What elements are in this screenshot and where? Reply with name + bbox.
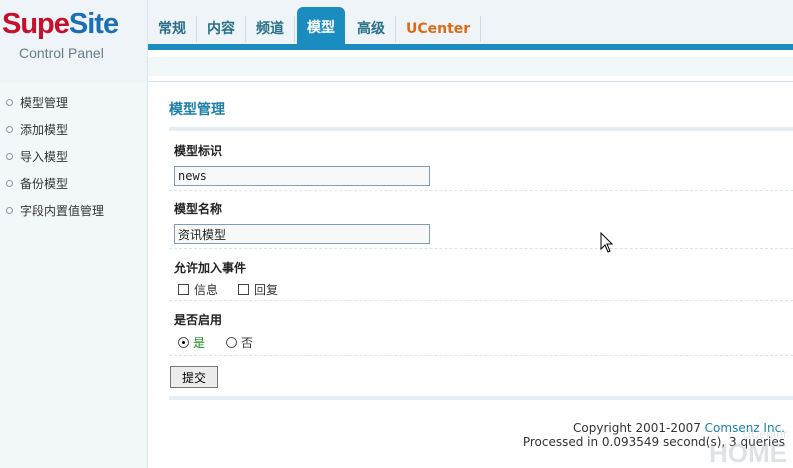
top-nav: 常规 内容 频道 模型 高级 UCenter [148, 0, 793, 46]
logo-brand-site: Site [68, 8, 119, 40]
sidebar-item-label: 添加模型 [20, 123, 69, 137]
sidebar-item-backup-model[interactable]: 备份模型 [0, 176, 147, 203]
sub-nav-bar [148, 50, 793, 82]
model-id-label: 模型标识 [174, 144, 223, 158]
page-title: 模型管理 [169, 102, 225, 118]
sidebar-item-label: 备份模型 [20, 177, 69, 191]
event-info-checkbox[interactable]: 信息 [178, 281, 218, 298]
enabled-no-radio[interactable]: 否 [226, 334, 253, 351]
tab-ucenter[interactable]: UCenter [396, 16, 482, 42]
bullet-icon [6, 153, 13, 160]
tab-general[interactable]: 常规 [148, 16, 197, 42]
bullet-icon [6, 126, 13, 133]
tab-channel[interactable]: 频道 [246, 16, 295, 42]
enabled-row: 是否启用 是 否 [169, 301, 793, 356]
radio-icon [226, 337, 237, 348]
sidebar-item-label: 字段内置值管理 [20, 204, 105, 218]
tab-advanced[interactable]: 高级 [347, 16, 396, 42]
model-name-row: 模型名称 [169, 191, 793, 249]
radio-label: 是 [193, 336, 206, 350]
sidebar-item-import-model[interactable]: 导入模型 [0, 149, 147, 176]
radio-selected-icon [178, 337, 189, 348]
logo-brand-supe: Supe [2, 8, 70, 40]
sidebar-item-model-management[interactable]: 模型管理 [0, 95, 147, 122]
sidebar-item-label: 模型管理 [20, 96, 69, 110]
checkbox-icon [238, 284, 249, 295]
logo-brand: SupeSite [2, 8, 119, 41]
bullet-icon [6, 180, 13, 187]
model-name-label: 模型名称 [174, 202, 223, 216]
checkbox-icon [178, 284, 189, 295]
bullet-icon [6, 99, 13, 106]
submit-button[interactable]: 提交 [170, 366, 218, 388]
tab-model[interactable]: 模型 [297, 7, 345, 45]
model-id-input[interactable] [174, 166, 430, 186]
logo-subtitle: Control Panel [19, 45, 104, 61]
checkbox-label: 回复 [254, 283, 279, 297]
allow-events-label: 允许加入事件 [174, 261, 247, 275]
bullet-icon [6, 207, 13, 214]
main-content: 模型管理 模型标识 模型名称 允许加入事件 信息 回复 是否启用 是 否 提交 … [169, 82, 793, 468]
model-id-row: 模型标识 [169, 134, 793, 191]
divider [169, 396, 793, 400]
logo[interactable]: SupeSite Control Panel [0, 0, 148, 82]
sidebar-item-add-model[interactable]: 添加模型 [0, 122, 147, 149]
header: SupeSite Control Panel 常规 内容 频道 模型 高级 UC… [0, 0, 793, 82]
mouse-cursor-icon [600, 232, 614, 253]
watermark-logo: UCenter HOME [709, 428, 787, 466]
allow-events-row: 允许加入事件 信息 回复 [169, 249, 793, 301]
copyright-prefix: Copyright 2001-2007 [573, 421, 705, 435]
checkbox-label: 信息 [194, 283, 219, 297]
tab-content[interactable]: 内容 [197, 16, 246, 42]
divider [169, 127, 793, 131]
event-reply-checkbox[interactable]: 回复 [238, 281, 278, 298]
watermark-line2: HOME [709, 438, 787, 468]
sidebar-item-field-values[interactable]: 字段内置值管理 [0, 203, 147, 230]
enabled-label: 是否启用 [174, 313, 223, 327]
radio-label: 否 [241, 336, 254, 350]
sidebar: 模型管理 添加模型 导入模型 备份模型 字段内置值管理 [0, 82, 148, 468]
sidebar-item-label: 导入模型 [20, 150, 69, 164]
model-name-input[interactable] [174, 224, 430, 244]
enabled-yes-radio[interactable]: 是 [178, 334, 205, 351]
